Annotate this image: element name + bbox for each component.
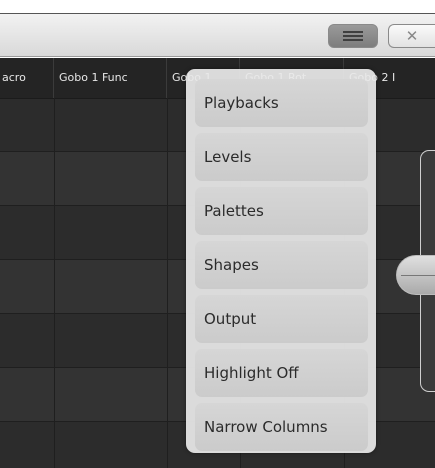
menu-button[interactable]: [328, 24, 378, 48]
scrollbar-thumb[interactable]: [396, 255, 435, 295]
menu-item-levels[interactable]: Levels: [195, 133, 368, 181]
menu-item-highlight-off[interactable]: Highlight Off: [195, 349, 368, 397]
view-options-menu: Playbacks Levels Palettes Shapes Output …: [186, 69, 376, 453]
column-header-macro[interactable]: acro: [0, 58, 54, 98]
title-bar: ✕: [0, 13, 435, 57]
column-header-gobo-1-func[interactable]: Gobo 1 Func: [54, 58, 167, 98]
close-icon: ✕: [405, 27, 419, 45]
menu-item-playbacks[interactable]: Playbacks: [195, 79, 368, 127]
hamburger-menu-icon: [343, 31, 363, 33]
menu-item-shapes[interactable]: Shapes: [195, 241, 368, 289]
column-divider: [167, 98, 168, 468]
menu-item-output[interactable]: Output: [195, 295, 368, 343]
menu-item-palettes[interactable]: Palettes: [195, 187, 368, 235]
close-button[interactable]: ✕: [388, 24, 435, 48]
column-divider: [54, 98, 55, 468]
menu-item-narrow-columns[interactable]: Narrow Columns: [195, 403, 368, 451]
